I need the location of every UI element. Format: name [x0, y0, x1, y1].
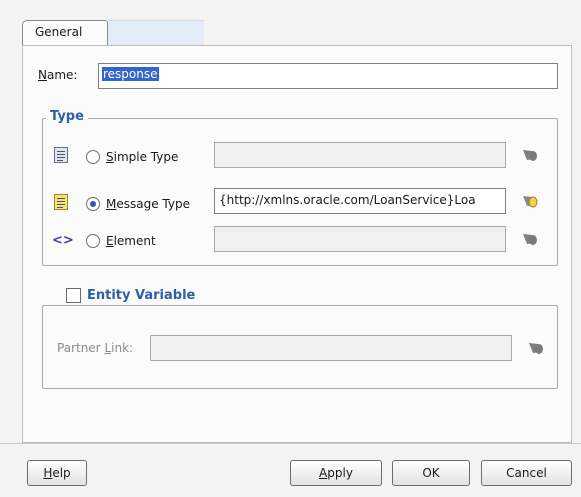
name-input-value: response [102, 67, 159, 81]
entity-variable-legend: Entity Variable [62, 288, 200, 303]
partner-link-label: Partner Link: [57, 341, 134, 355]
message-type-label: Message Type [106, 197, 190, 211]
button-separator [0, 443, 581, 444]
simple-type-field[interactable] [214, 142, 506, 168]
tab-empty [108, 20, 204, 46]
message-type-field[interactable]: {http://xmlns.oracle.com/LoanService}Loa [214, 188, 506, 214]
name-input[interactable]: response [98, 63, 558, 89]
apply-button[interactable]: Apply [290, 460, 382, 486]
cancel-button[interactable]: Cancel [481, 460, 572, 486]
simple-type-browse-icon[interactable] [520, 147, 540, 163]
message-type-browse-icon[interactable] [520, 193, 540, 209]
tab-general[interactable]: General [22, 20, 108, 46]
message-type-radio[interactable] [86, 197, 100, 211]
partner-link-browse-icon[interactable] [526, 340, 546, 356]
message-type-document-icon [54, 194, 68, 210]
entity-variable-checkbox[interactable] [66, 288, 81, 303]
simple-type-radio[interactable] [86, 150, 100, 164]
element-radio[interactable] [86, 234, 100, 248]
element-label: Element [106, 234, 156, 248]
simple-type-document-icon [54, 147, 68, 163]
simple-type-label: Simple Type [106, 150, 179, 164]
name-label: Name: [38, 68, 78, 82]
entity-variable-label: Entity Variable [87, 288, 196, 303]
tab-general-label: General [35, 25, 83, 39]
type-legend: Type [46, 109, 88, 124]
element-field[interactable] [214, 226, 506, 252]
ok-button[interactable]: OK [392, 460, 470, 486]
partner-link-field[interactable] [150, 335, 512, 361]
element-icon: <> [52, 233, 74, 248]
help-button[interactable]: Help [27, 460, 87, 486]
element-browse-icon[interactable] [520, 231, 540, 247]
